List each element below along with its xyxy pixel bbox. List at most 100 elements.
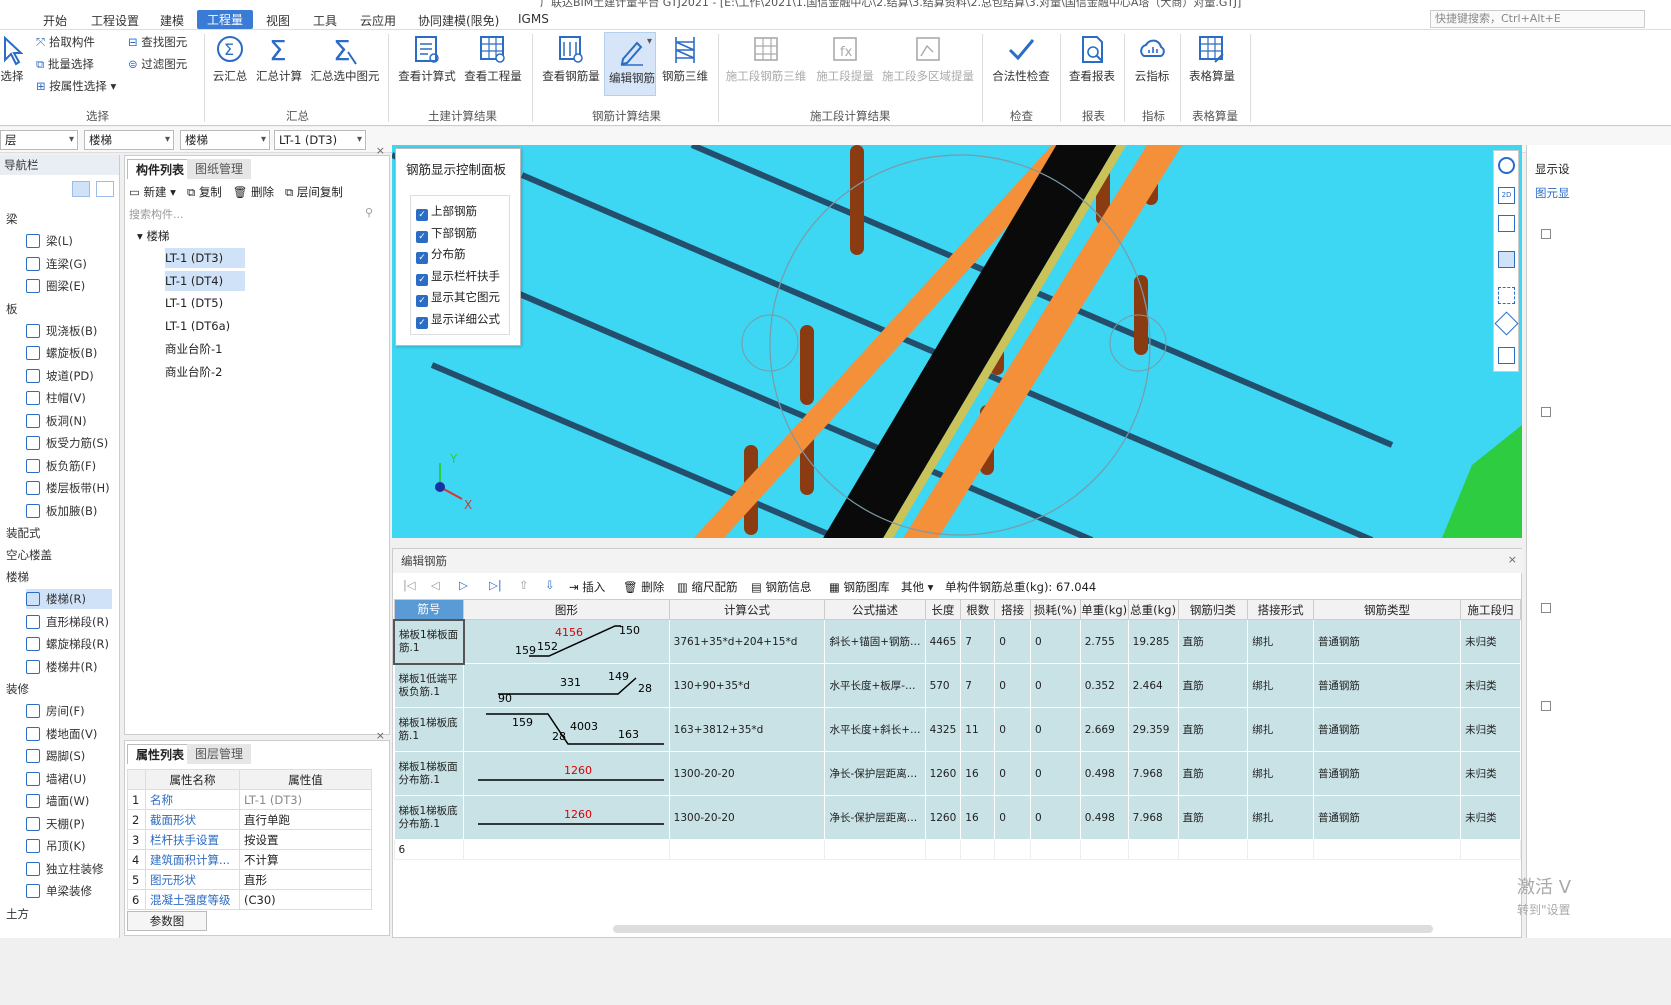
rebar-unit-cell[interactable]: 0.352 <box>1079 663 1129 708</box>
nav-item[interactable]: 螺旋梯段(R) <box>26 634 112 654</box>
nav-item[interactable]: 楼梯井(R) <box>26 657 112 677</box>
component-select[interactable]: LT-1 (DT3) <box>274 130 366 150</box>
rebar-shape-cell[interactable]: 159 28 4003 163 <box>463 707 670 752</box>
nav-item[interactable]: 板负筋(F) <box>26 456 112 476</box>
display-option-checkbox[interactable]: ✓ 分布筋 <box>416 246 466 265</box>
rebar-lap-cell[interactable]: 0 <box>994 751 1031 796</box>
edit-rebar-button[interactable]: 编辑钢筋 <box>604 32 656 96</box>
list-view-icon[interactable] <box>72 181 90 197</box>
find-element-button[interactable]: ⊟ 查找图元 <box>128 34 187 50</box>
rebar-type-cell[interactable]: 普通钢筋 <box>1312 663 1462 708</box>
select-button[interactable]: 选择 <box>0 36 24 84</box>
fullscreen-icon[interactable] <box>1498 287 1515 304</box>
insert-button[interactable]: ⇥ 插入 <box>569 579 605 595</box>
rebar-cls-cell[interactable]: 直筋 <box>1177 707 1249 752</box>
empty-cell[interactable] <box>668 839 826 860</box>
other-button[interactable]: 其他 ▾ <box>901 579 933 595</box>
rebar-cls-cell[interactable]: 直筋 <box>1177 795 1249 840</box>
rebar-loss-cell[interactable]: 0 <box>1030 751 1081 796</box>
close-icon[interactable]: × <box>376 144 385 157</box>
column-header[interactable]: 长度 <box>924 599 962 620</box>
property-value[interactable]: 不计算 <box>239 849 372 870</box>
rebar-len-cell[interactable]: 1260 <box>924 795 962 840</box>
menu-cloud[interactable]: 云应用 <box>360 12 396 29</box>
empty-cell[interactable] <box>1127 839 1179 860</box>
column-header[interactable]: 搭接 <box>994 599 1031 620</box>
rebar-name-cell[interactable]: 梯板1梯板底分布筋.1 <box>393 795 465 840</box>
nav-item[interactable]: 坡道(PD) <box>26 366 112 386</box>
rebar-name-cell[interactable]: 梯板1梯板底筋.1 <box>393 707 465 752</box>
parameter-diagram-button[interactable]: 参数图 <box>127 911 207 931</box>
rebar-count-cell[interactable]: 11 <box>960 707 996 752</box>
rebar-name-cell[interactable]: 梯板1梯板面筋.1 <box>393 618 465 665</box>
orbit-icon[interactable] <box>1498 157 1515 174</box>
rebar-shape-cell[interactable]: 1260 <box>463 795 670 840</box>
rebar-total-cell[interactable]: 7.968 <box>1127 751 1179 796</box>
property-value[interactable]: 按设置 <box>239 829 372 850</box>
move-down-icon[interactable]: ⇩ <box>545 578 555 592</box>
cloud-index-button[interactable]: 云指标 <box>1128 34 1176 84</box>
rebar-cls-cell[interactable]: 直筋 <box>1177 663 1249 708</box>
nav-category[interactable]: 土方 <box>6 906 29 922</box>
nav-item[interactable]: 墙面(W) <box>26 791 112 811</box>
menu-start[interactable]: 开始 <box>43 12 67 29</box>
display-option-checkbox[interactable]: ✓ 显示栏杆扶手 <box>416 268 500 286</box>
menu-igms[interactable]: IGMS <box>518 12 549 26</box>
rebar-count-cell[interactable]: 16 <box>960 795 996 840</box>
display-option-checkbox[interactable]: ✓ 下部钢筋 <box>416 225 477 243</box>
nav-category[interactable]: 空心楼盖 <box>6 547 52 563</box>
display-option-checkbox[interactable]: ✓ 上部钢筋 <box>416 203 477 221</box>
stage-quantity-button[interactable]: fx 施工段提量 <box>814 34 876 84</box>
view-formula-button[interactable]: 查看计算式 <box>396 34 458 84</box>
rebar-stage-cell[interactable]: 未归类 <box>1460 619 1521 664</box>
cloud-summary-button[interactable]: Σ 云汇总 <box>210 34 250 84</box>
rebar-row[interactable]: 梯板1梯板底筋.1 159 28 4003 163 163+3812+35*d 水平长度+斜… <box>393 707 1521 752</box>
nav-item[interactable]: 天棚(P) <box>26 814 112 834</box>
table-quantity-button[interactable]: 表格算量 <box>1184 34 1240 84</box>
empty-cell[interactable] <box>960 839 996 860</box>
rebar-stage-cell[interactable]: 未归类 <box>1460 663 1521 708</box>
category-select[interactable]: 楼梯 <box>84 130 174 150</box>
nav-item[interactable]: 板加腋(B) <box>26 501 112 521</box>
new-button[interactable]: ▭ 新建 ▾ <box>129 185 176 199</box>
nav-item[interactable]: 板受力筋(S) <box>26 433 112 453</box>
property-value[interactable]: 直形 <box>239 869 372 890</box>
property-row[interactable]: 6 混凝土强度等级 (C30) <box>127 889 372 910</box>
empty-cell[interactable] <box>1460 839 1521 860</box>
tree-group-stairs[interactable]: ▾ 楼梯 <box>137 228 169 244</box>
nav-item[interactable]: 楼梯(R) <box>26 589 112 609</box>
rebar-loss-cell[interactable]: 0 <box>1030 663 1081 708</box>
rebar-desc-cell[interactable]: 斜长+锚固+钢筋… <box>824 619 926 664</box>
rebar-unit-cell[interactable]: 0.498 <box>1079 795 1129 840</box>
component-list-item[interactable]: LT-1 (DT5) <box>165 293 245 313</box>
floor-copy-button[interactable]: ⧉ 层间复制 <box>285 185 343 199</box>
nav-category[interactable]: 装配式 <box>6 525 41 541</box>
empty-row[interactable]: 6 <box>393 839 1521 860</box>
pick-component-button[interactable]: ⤧ 拾取构件 <box>36 34 95 50</box>
rebar-lap-cell[interactable]: 0 <box>994 619 1031 664</box>
rebar-laptype-cell[interactable]: 绑扎 <box>1247 751 1314 796</box>
nav-item[interactable]: 墙裙(U) <box>26 769 112 789</box>
rebar-lap-cell[interactable]: 0 <box>994 663 1031 708</box>
rebar-count-cell[interactable]: 16 <box>960 751 996 796</box>
rebar-unit-cell[interactable]: 0.498 <box>1079 751 1129 796</box>
column-header[interactable]: 总重(kg) <box>1127 599 1179 620</box>
checkbox-checked-icon[interactable]: ✓ <box>416 317 428 329</box>
nav-item[interactable]: 圈梁(E) <box>26 276 112 296</box>
settings-list-icon[interactable] <box>1498 347 1515 364</box>
view-quantity-button[interactable]: 查看工程量 <box>462 34 524 84</box>
rebar-unit-cell[interactable]: 2.755 <box>1079 619 1129 664</box>
nav-category[interactable]: 梁 <box>6 211 18 227</box>
component-search-input[interactable]: 搜索构件... <box>127 206 387 224</box>
empty-cell[interactable] <box>924 839 962 860</box>
column-header[interactable]: 计算公式 <box>668 599 826 620</box>
box-select-icon[interactable] <box>1494 311 1519 336</box>
rebar-total-cell[interactable]: 2.464 <box>1127 663 1179 708</box>
nav-category[interactable]: 楼梯 <box>6 569 29 585</box>
rebar-type-cell[interactable]: 普通钢筋 <box>1312 795 1462 840</box>
display-option-checkbox[interactable]: ✓ 显示其它图元 <box>416 289 500 308</box>
rebar-laptype-cell[interactable]: 绑扎 <box>1247 619 1314 664</box>
empty-cell[interactable] <box>1177 839 1249 860</box>
checkbox-checked-icon[interactable]: ✓ <box>416 230 428 243</box>
component-list-item[interactable]: LT-1 (DT6a) <box>165 316 245 336</box>
